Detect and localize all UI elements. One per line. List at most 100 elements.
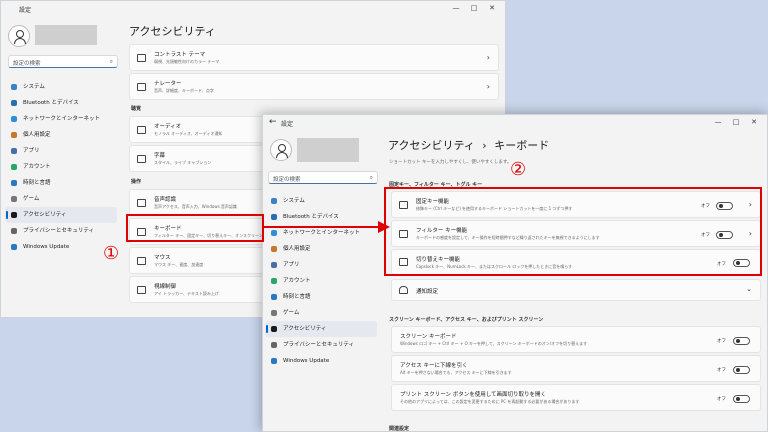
sidebar-item[interactable]: ネットワークとインターネット: [5, 111, 117, 127]
card-subtitle: 弱視、光過敏性向けのカラー テーマ: [154, 59, 220, 64]
search-placeholder: 設定の検索: [13, 61, 41, 67]
sidebar-item-label: 時刻と言語: [23, 180, 51, 186]
minimize-button[interactable]: —: [447, 2, 465, 14]
sidebar-item[interactable]: アプリ: [5, 143, 117, 159]
sidebar-item-label: アクセシビリティ: [283, 326, 327, 332]
sidebar-item[interactable]: アプリ: [265, 257, 377, 273]
toggle-state-label: オフ: [717, 397, 726, 402]
title-bar: 設定 — □ ✕: [1, 1, 505, 17]
eye-icon: [137, 285, 146, 294]
contrast-icon: [137, 53, 146, 62]
underline-access-keys-toggle[interactable]: [733, 366, 750, 374]
card-title: 通知設定: [416, 289, 439, 295]
avatar[interactable]: [270, 139, 292, 161]
print-screen-toggle[interactable]: [733, 395, 750, 403]
sidebar-item-label: システム: [283, 198, 305, 204]
account-name-redacted: [35, 25, 97, 45]
mouse-icon: [137, 256, 146, 265]
toggle-state-label: オフ: [717, 339, 726, 344]
card-print-screen[interactable]: プリント スクリーン ボタンを使用して画面切り取りを開く その他のアプリによって…: [391, 384, 761, 411]
sidebar-item[interactable]: Windows Update: [265, 353, 377, 369]
sidebar-item[interactable]: システム: [5, 79, 117, 95]
card-subtitle: マウス キー、速度、加速度: [154, 262, 204, 267]
card-subtitle: アイ トラッカー、テキスト読み上げ: [154, 291, 219, 296]
card-title: 視線制御: [154, 284, 177, 290]
sidebar-item[interactable]: アカウント: [265, 273, 377, 289]
section-heading-screen-keyboard: スクリーン キーボード、アクセス キー、およびプリント スクリーン: [389, 317, 544, 323]
sidebar-item-label: 時刻と言語: [283, 294, 311, 300]
on-screen-keyboard-toggle[interactable]: [733, 337, 750, 345]
update-icon: [271, 358, 277, 364]
avatar[interactable]: [8, 25, 30, 47]
bell-icon: [399, 286, 408, 294]
shield-icon: [271, 342, 277, 348]
monitor-icon: [271, 198, 277, 204]
brush-icon: [271, 246, 277, 252]
card-narrator[interactable]: ナレーター 音声、詳細度、キーボード、点字 ›: [129, 73, 499, 100]
sidebar-item[interactable]: Windows Update: [5, 239, 117, 255]
close-button[interactable]: ✕: [483, 2, 501, 14]
sidebar-item-label: Bluetooth とデバイス: [23, 100, 79, 106]
card-subtitle: その他のアプリによっては、この設定を変更するために PC を再起動する必要がある…: [400, 399, 580, 404]
step-two-marker: ②: [510, 159, 527, 180]
maximize-button[interactable]: □: [465, 2, 483, 14]
sidebar-item[interactable]: ゲーム: [265, 305, 377, 321]
card-subtitle: Windows ロゴ キー + Ctrl キー + O キーを押して、スクリーン…: [400, 341, 588, 346]
sidebar-item-label: システム: [23, 84, 45, 90]
back-arrow-icon[interactable]: ←: [269, 117, 277, 127]
card-title: オーディオ: [154, 124, 182, 130]
sidebar-item[interactable]: アクセシビリティ: [5, 207, 117, 223]
sidebar-item[interactable]: 個人用設定: [5, 127, 117, 143]
search-input[interactable]: 設定の検索 ⌕: [268, 171, 378, 184]
account-icon: [11, 164, 17, 170]
card-on-screen-keyboard[interactable]: スクリーン キーボード Windows ロゴ キー + Ctrl キー + O …: [391, 326, 761, 353]
globe-icon: [271, 294, 277, 300]
card-underline-access-keys[interactable]: アクセス キーに下線を引く Alt キーを押さない場合でも、アクセス キーに下線…: [391, 355, 761, 382]
accessibility-icon: [11, 212, 17, 218]
arrow-annotation: [264, 221, 390, 233]
maximize-button[interactable]: □: [727, 116, 745, 128]
sidebar-nav: システム Bluetooth とデバイスネットワークとインターネット 個人用設定アプ…: [5, 79, 117, 255]
minimize-button[interactable]: —: [709, 116, 727, 128]
search-input[interactable]: 設定の検索 ⌕: [8, 55, 118, 68]
chevron-down-icon[interactable]: ⌄: [746, 285, 752, 293]
sidebar-item[interactable]: ゲーム: [5, 191, 117, 207]
search-icon: ⌕: [369, 174, 373, 181]
sidebar-item[interactable]: Bluetooth とデバイス: [5, 95, 117, 111]
sidebar-item[interactable]: 時刻と言語: [265, 289, 377, 305]
sidebar-item[interactable]: 個人用設定: [265, 241, 377, 257]
card-notification-settings[interactable]: 通知設定 ⌄: [391, 279, 761, 301]
card-title: コントラスト テーマ: [154, 52, 206, 58]
page-description: ショートカット キーを入力しやすくし、使いやすくします。: [389, 160, 512, 165]
card-title: ナレーター: [154, 81, 182, 87]
sidebar-item-label: 個人用設定: [283, 246, 311, 252]
sidebar-item-label: アカウント: [23, 164, 51, 170]
sidebar-item-label: ゲーム: [23, 196, 40, 202]
update-icon: [11, 244, 17, 250]
sidebar-item-label: 個人用設定: [23, 132, 51, 138]
sidebar-item-label: プライバシーとセキュリティ: [283, 342, 355, 348]
title-bar: ← 設定 — □ ✕: [263, 115, 767, 131]
close-button[interactable]: ✕: [745, 116, 763, 128]
search-icon: ⌕: [109, 58, 113, 65]
card-title: プリント スクリーン ボタンを使用して画面切り取りを開く: [400, 392, 547, 398]
brush-icon: [11, 132, 17, 138]
sidebar-item[interactable]: アクセシビリティ: [265, 321, 377, 337]
card-title: 音声認識: [154, 197, 177, 203]
sidebar-item[interactable]: 時刻と言語: [5, 175, 117, 191]
sidebar-item[interactable]: プライバシーとセキュリティ: [265, 337, 377, 353]
sidebar-item[interactable]: プライバシーとセキュリティ: [5, 223, 117, 239]
sidebar-item[interactable]: アカウント: [5, 159, 117, 175]
window-controls: — □ ✕: [447, 2, 501, 14]
account-name-redacted: [297, 138, 359, 162]
page-title: アクセシビリティ: [129, 25, 216, 38]
speaker-icon: [137, 125, 146, 134]
gamepad-icon: [11, 196, 17, 202]
sidebar-item[interactable]: システム: [265, 193, 377, 209]
sidebar-item-label: アプリ: [23, 148, 40, 154]
card-contrast-themes[interactable]: コントラスト テーマ 弱視、光過敏性向けのカラー テーマ ›: [129, 44, 499, 71]
shield-icon: [11, 228, 17, 234]
breadcrumb: アクセシビリティ › キーボード: [388, 137, 549, 153]
breadcrumb-parent[interactable]: アクセシビリティ: [388, 139, 475, 152]
sidebar-item-label: ネットワークとインターネット: [23, 116, 101, 122]
